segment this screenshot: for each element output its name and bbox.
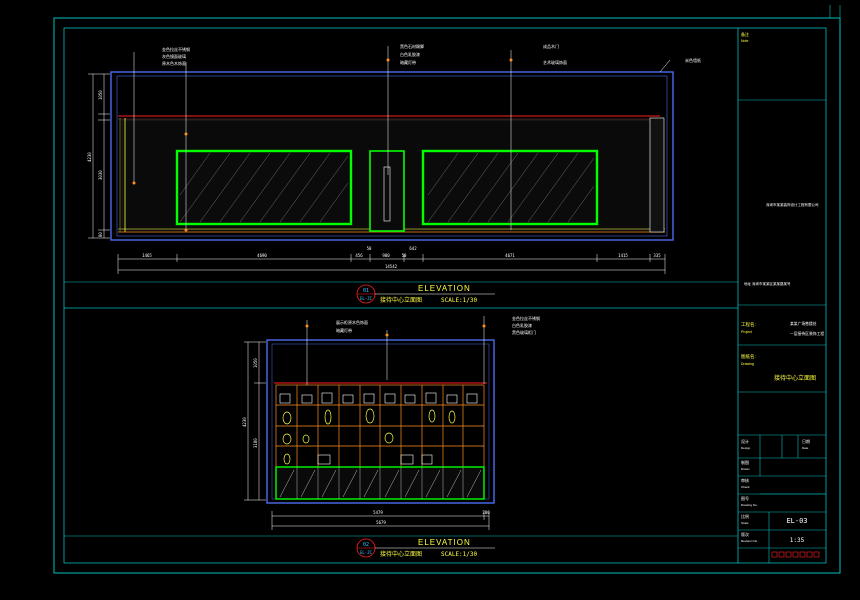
row-scale-label: 比例	[741, 513, 749, 519]
elevation-tag-sheet: EL-ZC	[360, 296, 373, 301]
elevation-subtitle-b: 接待中心立面图	[380, 550, 422, 558]
dim-bottom-b-1: 5479	[373, 510, 383, 515]
shelving-grid	[275, 384, 485, 468]
note-top-9: 米色墙纸	[685, 57, 701, 63]
row-drawn-label: 制图	[741, 459, 749, 465]
note-bottom-5: 黑色玻璃柜门	[512, 329, 536, 335]
row-design-label-en: Design	[741, 446, 751, 450]
note-bottom-3: 金色拉丝不锈钢	[512, 315, 540, 321]
elevation-scale: SCALE:1/30	[441, 297, 478, 304]
dim-bottom-4: 900	[382, 253, 390, 258]
elevation-tag-sheet-b: EL-ZC	[360, 550, 373, 555]
elevation-tag-number: 01	[363, 288, 369, 294]
elevation-heading-b: ELEVATION	[418, 538, 471, 547]
dim-bottom-6: 4671	[505, 253, 515, 258]
note-top-4: 黑色石材踢脚	[400, 43, 424, 49]
drawing-label: 图纸名:	[741, 353, 756, 360]
dim-left-1: 1050	[98, 90, 103, 100]
dim-bottom-1: 1465	[142, 253, 152, 258]
row-revision-label: 版次	[741, 531, 749, 537]
row-scale-value: 1:35	[790, 537, 805, 544]
elevation-tag-number-b: 02	[363, 542, 369, 548]
elevation-scale-b: SCALE:1/30	[441, 551, 478, 558]
note-label: 备注	[741, 31, 749, 37]
cad-drawing-sheet: 金色拉丝不锈钢 灰色镜面玻璃 原木色木饰面 黑色石材踢脚 白色乳胶漆 暗藏灯带 …	[53, 5, 841, 574]
dim-bottom-8: 335	[653, 253, 661, 258]
row-date-label: 日期	[802, 438, 810, 444]
note-top-6: 暗藏灯带	[400, 59, 416, 65]
dim-bottom-extra-1: 50	[367, 246, 372, 251]
leaders-bottom	[306, 316, 485, 385]
note-top-1: 金色拉丝不锈钢	[162, 46, 190, 52]
dim-bottom-b-2: 200	[482, 510, 490, 515]
dim-left-b-1: 1050	[253, 358, 258, 368]
dim-left-b-3: 3180	[253, 438, 258, 448]
dim-left-4: 80	[98, 232, 103, 237]
note-top-7: 成品木门	[543, 43, 559, 49]
row-check-label: 审核	[741, 477, 749, 483]
note-label-en: Note	[741, 39, 748, 43]
note-bottom-1: 展示柜原木色饰面	[336, 319, 368, 325]
elevation-top: 金色拉丝不锈钢 灰色镜面玻璃 原木色木饰面 黑色石材踢脚 白色乳胶漆 暗藏灯带 …	[64, 43, 738, 304]
elevation-heading: ELEVATION	[418, 284, 471, 293]
corner-mark	[829, 5, 841, 18]
row-drawingno-label: 图号	[741, 495, 749, 501]
shelf-decor	[279, 392, 478, 465]
project-sub: 一层接待区装饰工程	[790, 331, 824, 336]
dim-bottom-total: 14542	[385, 264, 398, 269]
project-label-en: Project	[741, 330, 752, 334]
right-column	[649, 117, 665, 233]
shelf-decor-yellow	[282, 408, 456, 465]
project-label: 工程名:	[741, 321, 756, 328]
note-top-8: 艺术玻璃饰面	[543, 59, 567, 65]
company-name: 深圳市某某装饰设计工程有限公司	[766, 202, 819, 207]
elevation-subtitle: 接待中心立面图	[380, 296, 422, 304]
note-top-3: 原木色木饰面	[162, 60, 186, 66]
dim-left-3: 3030	[98, 170, 103, 180]
title-block: 备注 Note 深圳市某某装饰设计工程有限公司 地址 深圳市某某区某某路某号 工…	[738, 31, 826, 563]
row-date-label-en: Date	[802, 446, 809, 450]
drawing-label-en: Drawing	[741, 362, 754, 366]
dim-bottom-extra-2: 642	[409, 246, 417, 251]
drawing-name: 接待中心立面图	[774, 374, 816, 382]
glass-panel-right	[421, 149, 599, 226]
row-drawn-label-en: Drawn	[741, 467, 750, 471]
row-scale-label-en: Scale	[741, 521, 749, 525]
note-top-5: 白色乳胶漆	[400, 51, 420, 57]
revision-marks	[771, 551, 820, 558]
door	[369, 150, 405, 232]
row-drawingno-value: EL-03	[786, 517, 807, 525]
row-design-label: 设计	[741, 438, 749, 444]
dim-bottom-5: 50	[402, 253, 407, 258]
dim-bottom-b-total: 5679	[376, 520, 386, 525]
leader-dots-bottom	[305, 324, 486, 337]
row-drawingno-label-en: Drawing No.	[741, 503, 758, 507]
dim-bottom-3: 456	[355, 253, 363, 258]
company-address: 地址 深圳市某某区某某路某号	[744, 281, 791, 286]
dim-left-b-2: 4230	[242, 417, 247, 427]
note-bottom-2: 暗藏灯带	[336, 327, 352, 333]
dim-bottom-2: 4690	[257, 253, 267, 258]
row-check-label-en: Check	[741, 485, 750, 489]
elevation-bottom: 展示柜原木色饰面 暗藏灯带 金色拉丝不锈钢 白色乳胶漆 黑色玻璃柜门 1050 …	[64, 315, 738, 558]
dim-left-2: 4230	[87, 152, 92, 162]
dim-bottom-7: 1415	[618, 253, 628, 258]
row-revision-label-en: Revision No.	[741, 539, 758, 543]
project-name: 某某广场售楼处	[790, 321, 817, 326]
note-top-2: 灰色镜面玻璃	[162, 53, 186, 59]
note-bottom-4: 白色乳胶漆	[512, 322, 532, 328]
